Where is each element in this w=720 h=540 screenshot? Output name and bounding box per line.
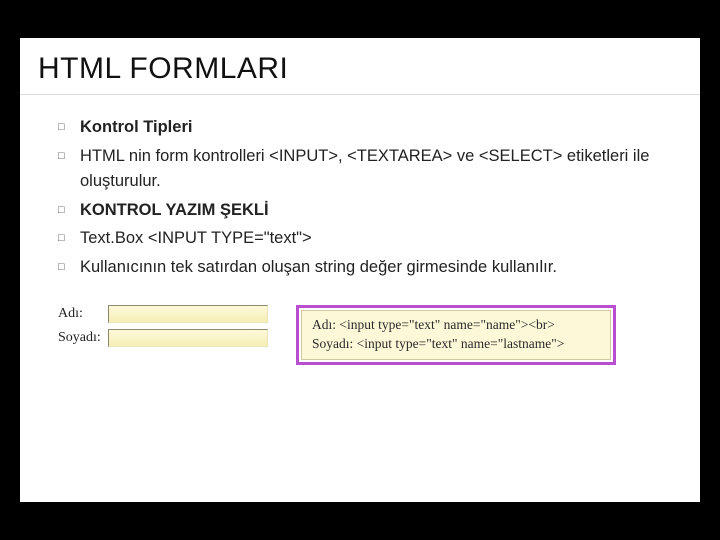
code-box: Adı: <input type="text" name="name"><br>…	[301, 310, 611, 359]
name-input[interactable]	[108, 305, 268, 323]
code-line: Soyadı: <input type="text" name="lastnam…	[312, 336, 564, 351]
field-label: Soyadı:	[58, 330, 108, 346]
bullet-item: HTML nin form kontrolleri <INPUT>, <TEXT…	[80, 144, 666, 195]
examples-row: Adı: Soyadı: Adı: <input type="text" nam…	[20, 283, 700, 364]
form-row: Adı:	[58, 305, 268, 323]
bullet-item: KONTROL YAZIM ŞEKLİ	[80, 198, 666, 224]
bullet-item: Kontrol Tipleri	[80, 115, 666, 141]
slide: HTML FORMLARI Kontrol Tipleri HTML nin f…	[20, 38, 700, 502]
bullet-list: Kontrol Tipleri HTML nin form kontroller…	[20, 95, 700, 280]
bullet-item: Text.Box <INPUT TYPE="text">	[80, 226, 666, 252]
bullet-item: Kullanıcının tek satırdan oluşan string …	[80, 255, 666, 281]
code-box-frame: Adı: <input type="text" name="name"><br>…	[296, 305, 616, 364]
field-label: Adı:	[58, 306, 108, 322]
form-example: Adı: Soyadı:	[58, 305, 268, 353]
slide-title: HTML FORMLARI	[20, 38, 700, 95]
lastname-input[interactable]	[108, 329, 268, 347]
form-row: Soyadı:	[58, 329, 268, 347]
code-line: Adı: <input type="text" name="name"><br>	[312, 317, 555, 332]
